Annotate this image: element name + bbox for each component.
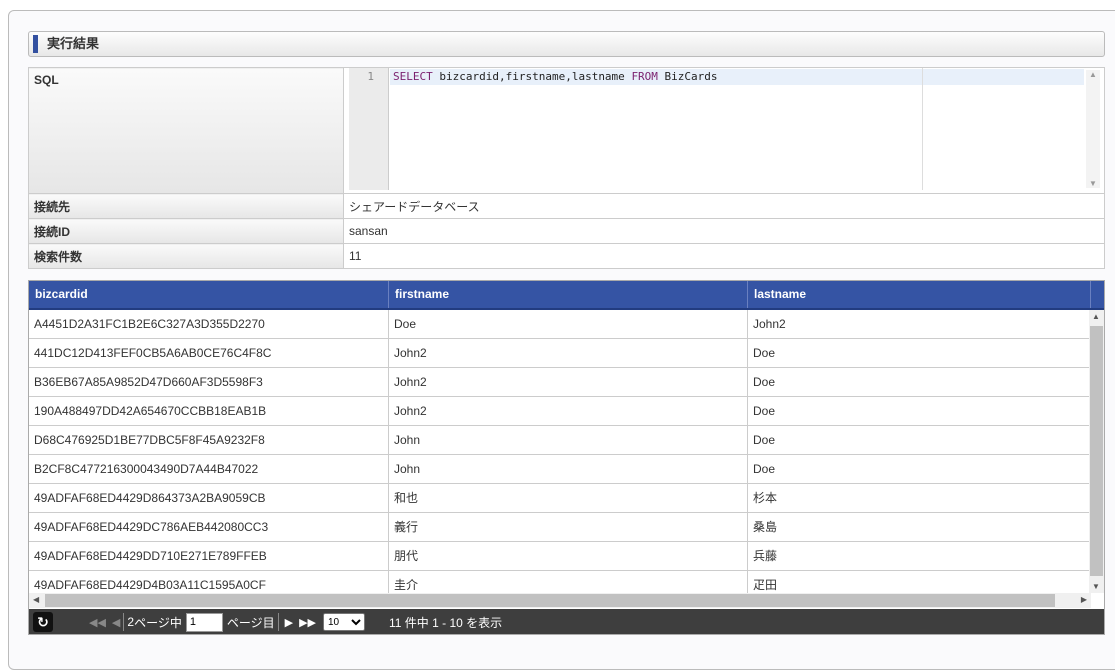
table-cell: Doe	[748, 426, 1091, 454]
table-cell: 49ADFAF68ED4429DC786AEB442080CC3	[29, 513, 389, 541]
table-cell: John2	[748, 310, 1091, 338]
scroll-down-icon[interactable]: ▼	[1086, 179, 1100, 188]
table-cell: John2	[389, 397, 748, 425]
table-cell: 朋代	[389, 542, 748, 570]
table-cell: B2CF8C477216300043490D7A44B47022	[29, 455, 389, 483]
grid-header: bizcardid firstname lastname	[29, 281, 1104, 310]
connection-id-value: sansan	[343, 218, 1105, 244]
table-cell: Doe	[748, 339, 1091, 367]
sql-text: bizcardid,firstname,lastname	[432, 70, 632, 83]
table-row[interactable]: 441DC12D413FEF0CB5A6AB0CE76C4F8C John2 Doe	[29, 339, 1091, 368]
sql-label: SQL	[28, 67, 344, 194]
connection-value: シェアードデータベース	[343, 193, 1105, 219]
table-row[interactable]: 49ADFAF68ED4429D4B03A11C1595A0CF 圭介 疋田	[29, 571, 1091, 594]
table-cell: 49ADFAF68ED4429D864373A2BA9059CB	[29, 484, 389, 512]
result-count-label: 検索件数	[28, 243, 344, 269]
sql-code-line[interactable]: SELECT bizcardid,firstname,lastname FROM…	[390, 69, 1084, 85]
table-row[interactable]: B36EB67A85A9852D47D660AF3D5598F3 John2 Doe	[29, 368, 1091, 397]
grid-body: A4451D2A31FC1B2E6C327A3D355D2270 Doe John2…	[29, 310, 1091, 594]
table-cell: Doe	[748, 397, 1091, 425]
line-number: 1	[349, 68, 389, 190]
table-row[interactable]: B2CF8C477216300043490D7A44B47022 John Doe	[29, 455, 1091, 484]
section-heading: 実行結果	[28, 31, 1105, 57]
table-cell: B36EB67A85A9852D47D660AF3D5598F3	[29, 368, 389, 396]
sql-editor-cell: 1 SELECT bizcardid,firstname,lastname FR…	[343, 67, 1105, 194]
table-cell: 杉本	[748, 484, 1091, 512]
table-row[interactable]: 49ADFAF68ED4429DC786AEB442080CC3 義行 桑島	[29, 513, 1091, 542]
first-page-icon[interactable]: ◀◀	[89, 616, 106, 629]
column-header-bizcardid[interactable]: bizcardid	[29, 281, 389, 308]
scroll-thumb[interactable]	[45, 594, 1055, 607]
table-cell: 441DC12D413FEF0CB5A6AB0CE76C4F8C	[29, 339, 389, 367]
connection-label: 接続先	[28, 193, 344, 219]
pager: ↻ ◀◀ ◀ 2 ページ中 ページ目 ▶ ▶▶ 10 11 件中 1 - 10 …	[29, 609, 1104, 634]
table-cell: Doe	[389, 310, 748, 338]
table-cell: 義行	[389, 513, 748, 541]
query-info-table: SQL 1 SELECT bizcardid,firstname,lastnam…	[28, 67, 1105, 269]
scroll-right-icon[interactable]: ▶	[1081, 595, 1087, 604]
result-grid: bizcardid firstname lastname A4451D2A31F…	[28, 280, 1105, 635]
vertical-scrollbar[interactable]: ▲ ▼	[1089, 310, 1104, 593]
table-cell: 桑島	[748, 513, 1091, 541]
next-page-icon[interactable]: ▶	[285, 616, 293, 629]
table-cell: John	[389, 426, 748, 454]
table-row[interactable]: A4451D2A31FC1B2E6C327A3D355D2270 Doe John2	[29, 310, 1091, 339]
table-row[interactable]: 49ADFAF68ED4429D864373A2BA9059CB 和也 杉本	[29, 484, 1091, 513]
table-cell: 49ADFAF68ED4429DD710E271E789FFEB	[29, 542, 389, 570]
pages-of-label: ページ中	[134, 615, 182, 630]
table-cell: 190A488497DD42A654670CCBB18EAB1B	[29, 397, 389, 425]
table-cell: 和也	[389, 484, 748, 512]
print-margin	[922, 68, 923, 190]
table-cell: John2	[389, 339, 748, 367]
divider	[123, 613, 125, 631]
total-pages: 2	[127, 615, 135, 629]
table-row[interactable]: 190A488497DD42A654670CCBB18EAB1B John2 Doe	[29, 397, 1091, 426]
sql-keyword: SELECT	[393, 70, 433, 83]
page-suffix-label: ページ目	[226, 615, 275, 630]
table-cell: Doe	[748, 455, 1091, 483]
column-header-firstname[interactable]: firstname	[389, 281, 748, 308]
page-summary: 11 件中 1 - 10 を表示	[389, 615, 503, 630]
result-count-value: 11	[343, 243, 1105, 269]
scroll-up-icon[interactable]: ▲	[1086, 70, 1100, 79]
table-cell: 疋田	[748, 571, 1091, 594]
connection-id-label: 接続ID	[28, 218, 344, 244]
page-size-select[interactable]: 10	[323, 613, 365, 631]
divider	[277, 613, 279, 631]
refresh-button[interactable]: ↻	[33, 612, 53, 632]
table-cell: 49ADFAF68ED4429D4B03A11C1595A0CF	[29, 571, 389, 594]
sql-editor[interactable]: 1 SELECT bizcardid,firstname,lastname FR…	[344, 68, 1104, 192]
scroll-down-icon[interactable]: ▼	[1092, 582, 1100, 591]
table-cell: A4451D2A31FC1B2E6C327A3D355D2270	[29, 310, 389, 338]
sql-text: BizCards	[657, 70, 718, 83]
scroll-up-icon[interactable]: ▲	[1092, 312, 1100, 321]
horizontal-scrollbar[interactable]: ◀ ▶	[29, 593, 1091, 608]
table-cell: John2	[389, 368, 748, 396]
table-cell: 圭介	[389, 571, 748, 594]
table-row[interactable]: D68C476925D1BE77DBC5F8F45A9232F8 John Doe	[29, 426, 1091, 455]
table-row[interactable]: 49ADFAF68ED4429DD710E271E789FFEB 朋代 兵藤	[29, 542, 1091, 571]
last-page-icon[interactable]: ▶▶	[299, 616, 316, 629]
table-cell: John	[389, 455, 748, 483]
sql-keyword: FROM	[631, 70, 658, 83]
table-cell: Doe	[748, 368, 1091, 396]
editor-scrollbar[interactable]: ▲ ▼	[1086, 70, 1100, 188]
scroll-thumb[interactable]	[1090, 326, 1103, 576]
table-cell: 兵藤	[748, 542, 1091, 570]
prev-page-icon[interactable]: ◀	[112, 616, 120, 629]
scroll-left-icon[interactable]: ◀	[33, 595, 39, 604]
page-input[interactable]	[185, 612, 223, 632]
table-cell: D68C476925D1BE77DBC5F8F45A9232F8	[29, 426, 389, 454]
column-header-lastname[interactable]: lastname	[748, 281, 1091, 308]
